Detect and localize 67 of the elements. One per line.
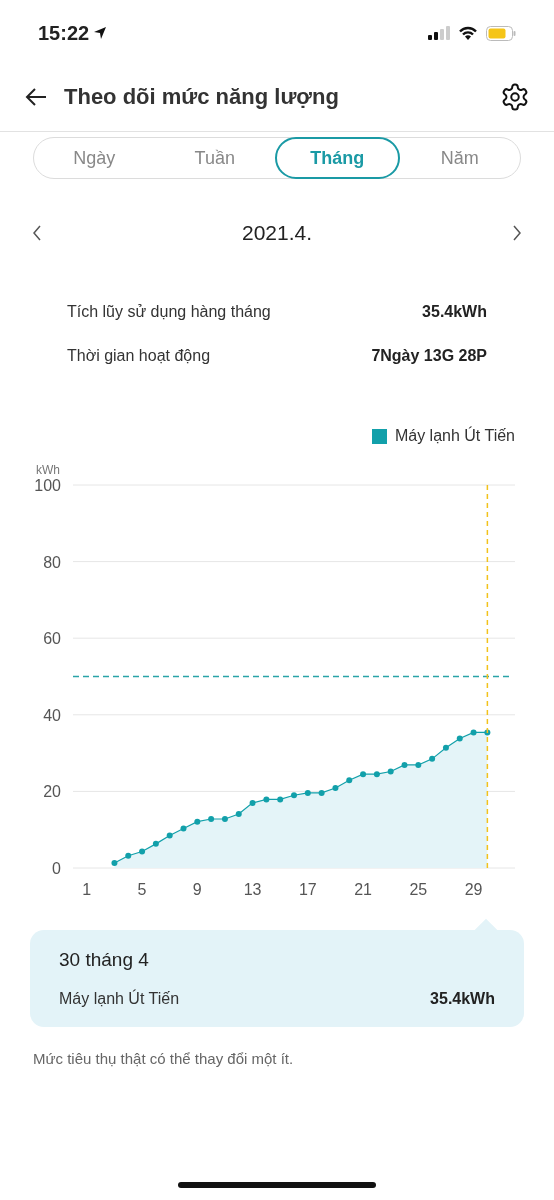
data-point (291, 792, 297, 799)
legend-label: Máy lạnh Út Tiến (394, 425, 515, 446)
back-icon[interactable] (24, 86, 48, 107)
page-title: Theo dõi mức năng lượng (64, 83, 339, 111)
tooltip-date: 30 tháng 4 (59, 948, 150, 972)
tooltip-series-name: Máy lạnh Út Tiến (59, 988, 180, 1009)
x-tick-label: 29 (464, 881, 483, 898)
battery-icon (486, 25, 516, 41)
stat-label: Thời gian hoạt động (67, 346, 211, 366)
data-point (401, 761, 408, 768)
data-point (429, 755, 436, 762)
x-tick-label: 13 (243, 881, 262, 898)
data-point (152, 840, 159, 847)
y-tick-label: 60 (43, 630, 61, 648)
data-point (456, 735, 463, 742)
data-point (111, 860, 118, 866)
settings-icon[interactable] (500, 81, 530, 112)
status-time: 15:22 (38, 21, 90, 46)
data-point (221, 816, 228, 822)
y-tick-label: 40 (43, 706, 61, 724)
data-point (125, 852, 132, 859)
period-tab[interactable]: Ngày (34, 137, 155, 179)
data-point (442, 744, 449, 751)
wifi-icon (458, 25, 478, 41)
data-point (318, 789, 325, 796)
data-point (166, 832, 173, 839)
data-point (208, 816, 215, 822)
stat-label: Tích lũy sử dụng hàng tháng (67, 302, 271, 322)
data-point (277, 796, 284, 803)
data-point (194, 818, 201, 825)
axis-unit: kWh (36, 463, 60, 477)
data-point (332, 784, 339, 791)
y-tick-label: 0 (52, 860, 61, 877)
data-point (235, 811, 242, 817)
y-tick-label: 100 (34, 477, 61, 494)
signal-icon (428, 26, 450, 40)
data-point (360, 771, 367, 778)
data-point (304, 789, 311, 796)
y-tick-label: 80 (43, 553, 61, 571)
next-icon[interactable] (512, 225, 522, 241)
data-point (180, 825, 187, 832)
x-tick-label: 25 (409, 881, 428, 898)
data-point (249, 799, 256, 806)
period-tab[interactable]: Tuần (154, 137, 275, 179)
x-tick-label: 9 (192, 881, 202, 898)
period-tab[interactable]: Năm (399, 137, 520, 179)
data-point (470, 729, 477, 736)
x-tick-label: 17 (298, 881, 317, 898)
period-tab[interactable]: Tháng (275, 137, 400, 179)
location-icon (93, 26, 108, 40)
x-tick-label: 1 (82, 881, 92, 898)
y-tick-label: 20 (43, 783, 61, 801)
data-point (139, 848, 146, 855)
stat-value: 7Ngày 13G 28P (371, 346, 487, 366)
data-point (263, 796, 270, 803)
period-label: 2021.4. (241, 220, 313, 247)
data-point (484, 729, 491, 736)
data-point (387, 768, 394, 775)
data-point (346, 777, 353, 784)
x-tick-label: 21 (354, 881, 372, 898)
data-point (373, 771, 380, 778)
stat-value: 35.4kWh (422, 302, 487, 322)
previous-icon[interactable] (32, 225, 42, 241)
x-tick-label: 5 (137, 881, 147, 898)
tooltip-value: 35.4kWh (430, 988, 495, 1009)
data-point (415, 761, 422, 768)
footnote: Mức tiêu thụ thật có thể thay đổi một ít. (33, 1049, 295, 1069)
